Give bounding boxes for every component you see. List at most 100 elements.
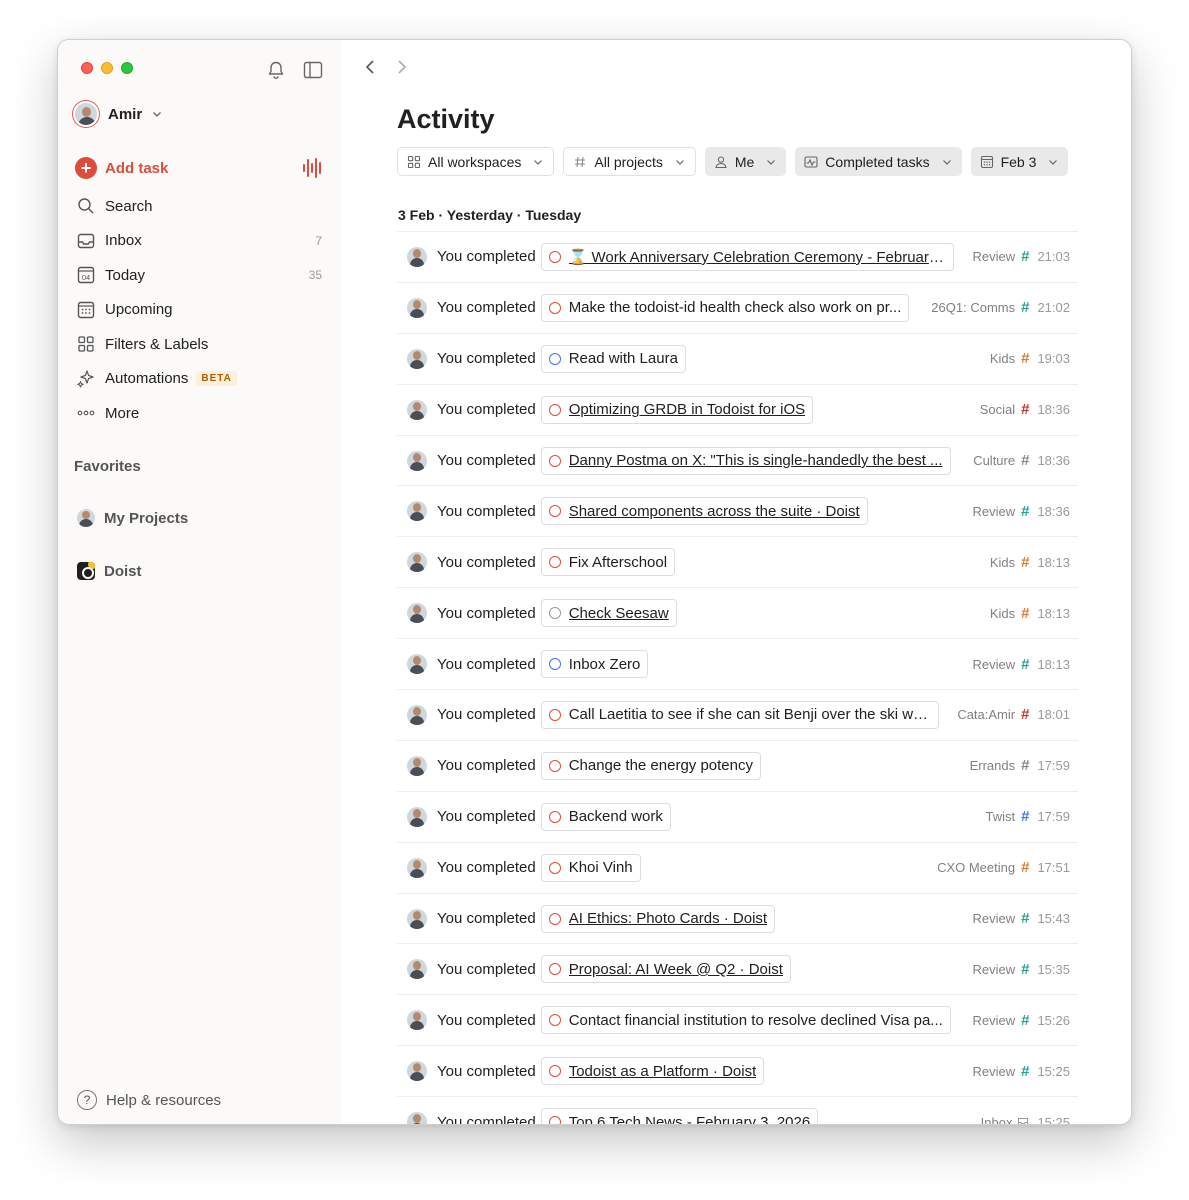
task-checkbox-icon[interactable] [548,607,561,620]
project-name[interactable]: Review [972,962,1015,977]
project-name[interactable]: CXO Meeting [937,860,1015,875]
user-menu[interactable]: Amir [73,101,163,127]
task-checkbox-icon[interactable] [548,912,561,925]
sidebar-item-doist[interactable]: Doist [77,562,142,580]
task-checkbox-icon[interactable] [548,403,561,416]
activity-row[interactable]: You completed Proposal: AI Week @ Q2 · Do… [397,944,1078,996]
bell-icon[interactable] [265,59,287,81]
activity-row[interactable]: You completed Inbox Zero Review #18:13 [397,639,1078,691]
task-title[interactable]: Call Laetitia to see if she can sit Benj… [569,706,932,723]
activity-row[interactable]: You completed Contact financial instituti… [397,995,1078,1047]
task-title[interactable]: Check Seesaw [569,605,669,622]
activity-row[interactable]: You completed AI Ethics: Photo Cards · Do… [397,894,1078,945]
task-checkbox-icon[interactable] [548,301,561,314]
task-checkbox-icon[interactable] [548,505,561,518]
task-chip[interactable]: Fix Afterschool [540,548,676,577]
task-chip[interactable]: Read with Laura [540,344,686,373]
activity-row[interactable]: You completed Call Laetitia to see if she… [397,690,1078,741]
task-title[interactable]: Make the todoist-id health check also wo… [569,299,902,316]
task-title[interactable]: Khoi Vinh [569,859,633,876]
task-chip[interactable]: Todoist as a Platform · Doist [540,1057,765,1086]
task-checkbox-icon[interactable] [548,1116,561,1124]
task-title[interactable]: Inbox Zero [569,656,641,673]
task-checkbox-icon[interactable] [548,861,561,874]
project-name[interactable]: Kids [990,351,1015,366]
task-chip[interactable]: Call Laetitia to see if she can sit Benj… [540,700,940,729]
sidebar-item-my-projects[interactable]: My Projects [77,509,188,527]
activity-row[interactable]: You completed Optimizing GRDB in Todoist … [397,385,1078,436]
filter-projects[interactable]: All projects [563,147,696,176]
project-name[interactable]: Review [972,504,1015,519]
activity-row[interactable]: You completed Khoi Vinh CXO Meeting #17:51 [397,843,1078,894]
task-title[interactable]: Backend work [569,808,663,825]
task-checkbox-icon[interactable] [548,556,561,569]
task-checkbox-icon[interactable] [548,810,561,823]
task-checkbox-icon[interactable] [548,759,561,772]
zoom-window-button[interactable] [121,62,133,74]
task-chip[interactable]: Check Seesaw [540,599,677,628]
project-name[interactable]: Culture [973,453,1015,468]
sidebar-item-search[interactable]: Search [68,189,330,224]
task-checkbox-icon[interactable] [548,658,561,671]
project-name[interactable]: Errands [970,758,1016,773]
task-title[interactable]: ⌛ Work Anniversary Celebration Ceremony … [569,248,947,266]
project-name[interactable]: Kids [990,555,1015,570]
back-arrow-icon[interactable] [362,57,378,77]
project-name[interactable]: Inbox [981,1115,1013,1124]
task-checkbox-icon[interactable] [548,708,561,721]
task-chip[interactable]: Optimizing GRDB in Todoist for iOS [540,395,814,424]
task-chip[interactable]: AI Ethics: Photo Cards · Doist [540,904,776,933]
task-checkbox-icon[interactable] [548,1014,561,1027]
activity-row[interactable]: You completed Change the energy potency Er… [397,741,1078,792]
task-chip[interactable]: Backend work [540,802,671,831]
task-checkbox-icon[interactable] [548,1065,561,1078]
task-checkbox-icon[interactable] [548,250,561,263]
minimize-window-button[interactable] [101,62,113,74]
sidebar-item-more[interactable]: More [68,396,330,431]
task-title[interactable]: Read with Laura [569,350,678,367]
task-chip[interactable]: Contact financial institution to resolve… [540,1006,951,1035]
task-title[interactable]: Danny Postma on X: "This is single-hande… [569,452,943,469]
activity-row[interactable]: You completed Check Seesaw Kids #18:13 [397,588,1078,640]
activity-row[interactable]: You completed Make the todoist-id health … [397,283,1078,334]
activity-row[interactable]: You completed Read with Laura Kids #19:03 [397,334,1078,385]
task-title[interactable]: Change the energy potency [569,757,753,774]
project-name[interactable]: Twist [985,809,1015,824]
activity-row[interactable]: You completed Top 6 Tech News - February … [397,1097,1078,1124]
help-resources-button[interactable]: ? Help & resources [77,1090,221,1110]
sidebar-item-inbox[interactable]: Inbox 7 [68,224,330,259]
task-chip[interactable]: Danny Postma on X: "This is single-hande… [540,446,951,475]
favorites-heading[interactable]: Favorites [74,458,141,475]
sidebar-item-automations[interactable]: Automations BETA [68,362,330,397]
toggle-sidebar-icon[interactable] [302,59,324,81]
activity-row[interactable]: You completed Todoist as a Platform · Doi… [397,1046,1078,1098]
project-name[interactable]: Social [980,402,1015,417]
ramble-voice-icon[interactable] [302,156,324,180]
task-checkbox-icon[interactable] [548,454,561,467]
add-task-button[interactable]: + Add task [75,157,168,179]
task-chip[interactable]: Inbox Zero [540,650,649,679]
task-title[interactable]: AI Ethics: Photo Cards · Doist [569,910,767,927]
task-title[interactable]: Todoist as a Platform · Doist [569,1063,757,1080]
close-window-button[interactable] [81,62,93,74]
project-name[interactable]: Review [972,1064,1015,1079]
project-name[interactable]: Cata:Amir [957,707,1015,722]
task-chip[interactable]: Change the energy potency [540,751,761,780]
task-checkbox-icon[interactable] [548,352,561,365]
task-title[interactable]: Contact financial institution to resolve… [569,1012,943,1029]
task-title[interactable]: Top 6 Tech News - February 3, 2026 [569,1114,811,1124]
task-title[interactable]: Fix Afterschool [569,554,667,571]
task-title[interactable]: Optimizing GRDB in Todoist for iOS [569,401,805,418]
filter-event-type[interactable]: Completed tasks [795,147,962,176]
sidebar-item-filters-labels[interactable]: Filters & Labels [68,327,330,362]
sidebar-item-today[interactable]: 04 Today 35 [68,258,330,293]
project-name[interactable]: Review [972,911,1015,926]
task-title[interactable]: Proposal: AI Week @ Q2 · Doist [569,961,783,978]
project-name[interactable]: 26Q1: Comms [931,300,1015,315]
filter-workspaces[interactable]: All workspaces [397,147,555,176]
task-chip[interactable]: Make the todoist-id health check also wo… [540,293,910,322]
project-name[interactable]: Review [972,657,1015,672]
task-chip[interactable]: Shared components across the suite · Doi… [540,497,868,526]
task-chip[interactable]: ⌛ Work Anniversary Celebration Ceremony … [540,242,955,271]
task-checkbox-icon[interactable] [548,963,561,976]
